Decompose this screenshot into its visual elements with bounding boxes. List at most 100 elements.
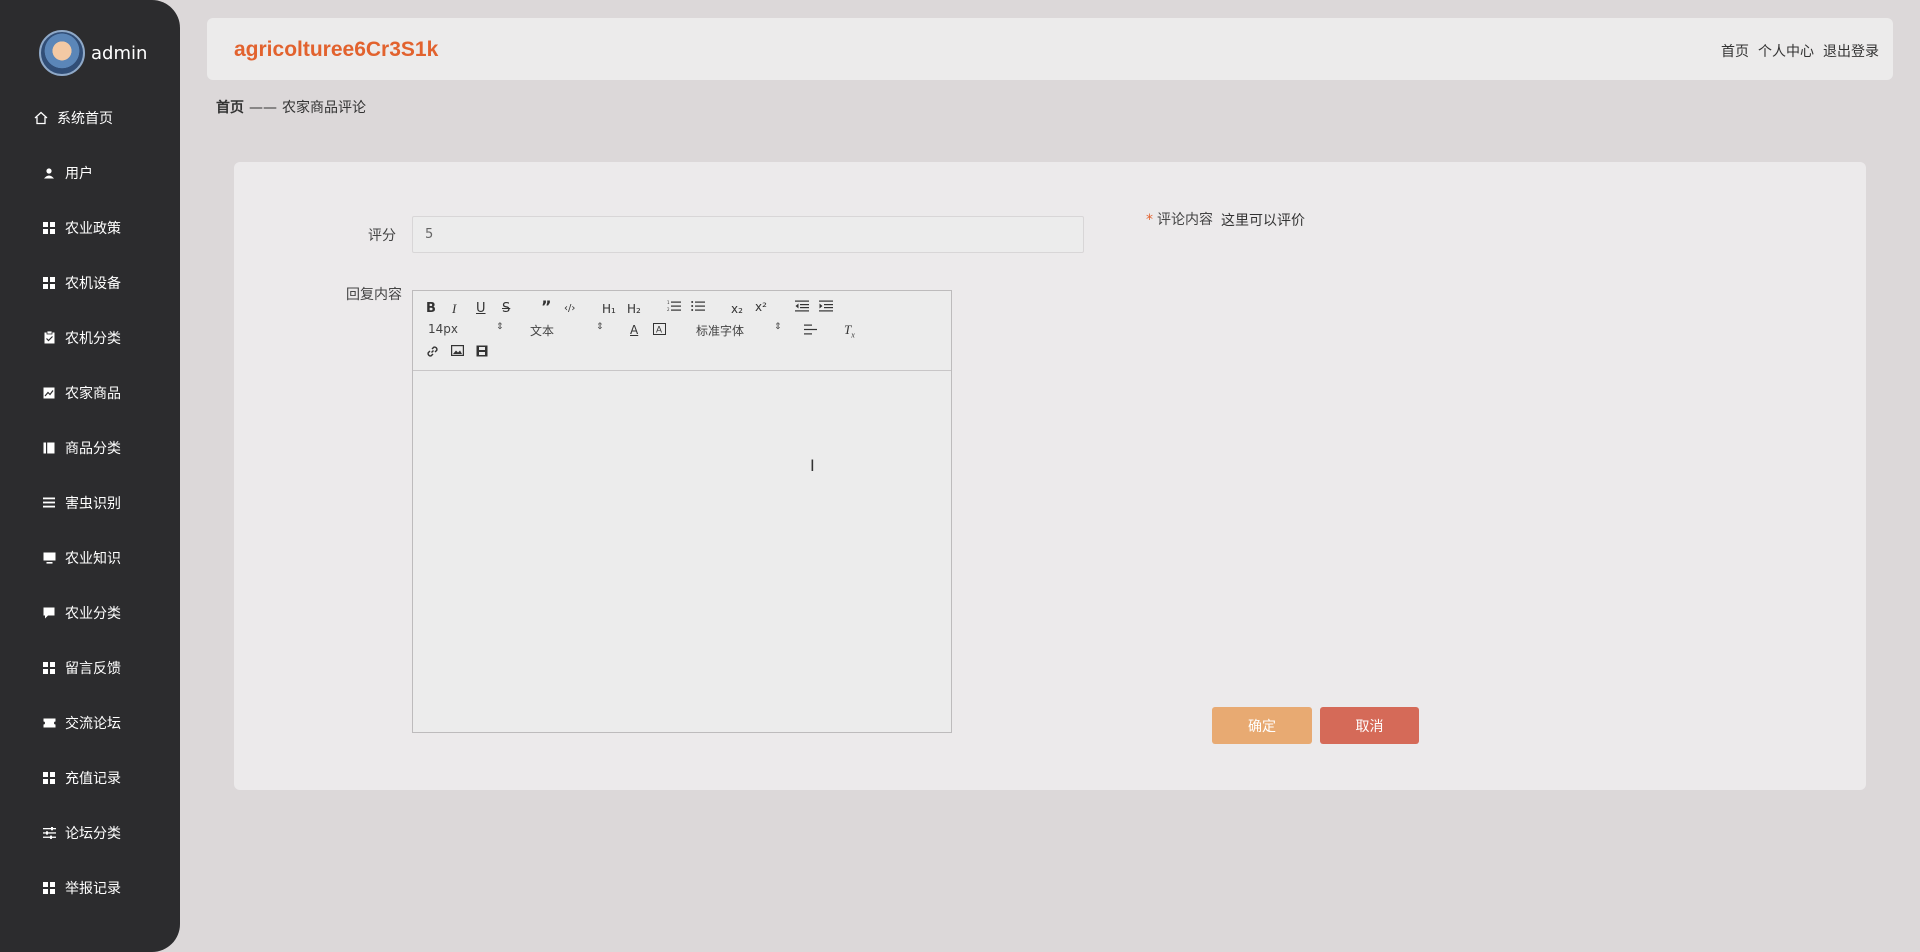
blockquote-icon[interactable]: ”: [541, 299, 552, 315]
bold-icon[interactable]: B: [426, 301, 436, 317]
comment-label: * 评论内容: [1146, 209, 1213, 229]
code-icon[interactable]: ‹/›: [564, 301, 575, 317]
breadcrumb-current: 农家商品评论: [282, 100, 366, 116]
ticket-icon: [42, 716, 56, 730]
sidebar-item-label: 农家商品: [65, 385, 121, 402]
sidebar-item-label: 用户: [65, 165, 93, 182]
sidebar: admin 系统首页 用户 农业政策 农机设备 农机分类 农家商品 商品分类 害…: [0, 0, 180, 952]
username: admin: [91, 42, 148, 64]
monitor-icon: [42, 551, 56, 565]
grid-icon: [42, 221, 56, 235]
font-family-value: 标准字体: [696, 324, 745, 338]
sidebar-item-label: 农业知识: [65, 550, 121, 567]
editor-toolbar: B I U S ” ‹/› H₁ H₂ 12 x₂ x² 14px ⇕ 文本 ⇕…: [413, 291, 951, 371]
sidebar-item-feedback[interactable]: 留言反馈: [0, 640, 180, 695]
link-icon[interactable]: [426, 345, 439, 363]
font-size-value: 14px: [428, 322, 458, 336]
sidebar-item-equipment-category[interactable]: 农机分类: [0, 310, 180, 365]
avatar[interactable]: [39, 30, 85, 76]
heading1-icon[interactable]: H₁: [602, 301, 616, 317]
video-icon[interactable]: [476, 345, 488, 362]
header-links: 首页 个人中心 退出登录: [1721, 41, 1879, 61]
outdent-icon[interactable]: [795, 300, 809, 317]
sidebar-item-knowledge[interactable]: 农业知识: [0, 530, 180, 585]
sidebar-item-user[interactable]: 用户: [0, 145, 180, 200]
breadcrumb-separator: ——: [249, 100, 277, 116]
editor-content-area[interactable]: [413, 371, 951, 733]
bullet-list-icon[interactable]: [691, 300, 705, 317]
form-card: 评分 5 * 评论内容 这里可以评价 回复内容 B I U S ” ‹/› H₁ …: [234, 162, 1866, 790]
strikethrough-icon[interactable]: S: [502, 301, 510, 317]
sidebar-item-recharge[interactable]: 充值记录: [0, 750, 180, 805]
sidebar-item-label: 留言反馈: [65, 660, 121, 677]
sidebar-item-label: 农业政策: [65, 220, 121, 237]
sidebar-item-policy[interactable]: 农业政策: [0, 200, 180, 255]
required-mark: *: [1146, 212, 1153, 228]
svg-text:2: 2: [667, 307, 670, 312]
sidebar-item-home[interactable]: 系统首页: [0, 90, 180, 145]
sidebar-item-label: 商品分类: [65, 440, 121, 457]
user-icon: [42, 166, 56, 180]
underline-icon[interactable]: U: [476, 301, 486, 317]
indent-icon[interactable]: [819, 300, 833, 317]
cancel-button[interactable]: 取消: [1320, 707, 1419, 744]
user-block: admin: [39, 30, 147, 76]
sidebar-item-label: 农机设备: [65, 275, 121, 292]
home-icon: [34, 111, 48, 125]
grid-icon: [42, 771, 56, 785]
sliders-icon: [42, 826, 56, 840]
sidebar-item-label: 系统首页: [57, 110, 113, 127]
book-icon: [42, 441, 56, 455]
ordered-list-icon[interactable]: 12: [667, 300, 681, 317]
score-input[interactable]: 5: [412, 216, 1084, 253]
app-title: agricolturee6Cr3S1k: [234, 38, 439, 61]
heading2-icon[interactable]: H₂: [627, 301, 641, 317]
sidebar-item-agri-category[interactable]: 农业分类: [0, 585, 180, 640]
text-cursor-icon: I: [810, 456, 815, 475]
sidebar-item-label: 农业分类: [65, 605, 121, 622]
header-profile-link[interactable]: 个人中心: [1758, 41, 1814, 61]
font-color-icon[interactable]: A: [630, 322, 638, 338]
sidebar-item-forum-category[interactable]: 论坛分类: [0, 805, 180, 860]
comment-label-text: 评论内容: [1157, 212, 1213, 228]
clear-format-icon[interactable]: Tx: [844, 322, 855, 344]
score-label: 评分: [368, 228, 396, 244]
sidebar-item-equipment[interactable]: 农机设备: [0, 255, 180, 310]
rich-text-editor: B I U S ” ‹/› H₁ H₂ 12 x₂ x² 14px ⇕ 文本 ⇕…: [412, 290, 952, 733]
sidebar-item-forum[interactable]: 交流论坛: [0, 695, 180, 750]
breadcrumb-home[interactable]: 首页: [216, 100, 244, 116]
background-color-icon[interactable]: A: [653, 323, 666, 340]
text-style-select[interactable]: 文本 ⇕: [530, 322, 605, 339]
sidebar-item-reports[interactable]: 举报记录: [0, 860, 180, 915]
comment-value: 这里可以评价: [1221, 213, 1305, 229]
select-arrows-icon: ⇕: [596, 322, 604, 332]
confirm-button[interactable]: 确定: [1212, 707, 1312, 744]
subscript-icon[interactable]: x₂: [731, 301, 743, 317]
select-arrows-icon: ⇕: [774, 322, 782, 332]
font-size-select[interactable]: 14px ⇕: [428, 322, 504, 336]
sidebar-item-farm-products[interactable]: 农家商品: [0, 365, 180, 420]
breadcrumb: 首页 —— 农家商品评论: [216, 97, 366, 117]
header-home-link[interactable]: 首页: [1721, 41, 1749, 61]
font-family-select[interactable]: 标准字体 ⇕: [696, 322, 786, 339]
select-arrows-icon: ⇕: [496, 322, 504, 332]
grid-icon: [42, 881, 56, 895]
italic-icon[interactable]: I: [452, 301, 456, 317]
sidebar-item-product-category[interactable]: 商品分类: [0, 420, 180, 475]
grid-icon: [42, 661, 56, 675]
sidebar-nav: 系统首页 用户 农业政策 农机设备 农机分类 农家商品 商品分类 害虫识别 农业…: [0, 90, 180, 915]
sidebar-item-label: 论坛分类: [65, 825, 121, 842]
image-icon[interactable]: [451, 345, 465, 361]
comment-icon: [42, 606, 56, 620]
header: agricolturee6Cr3S1k 首页 个人中心 退出登录: [207, 18, 1893, 80]
superscript-icon[interactable]: x²: [755, 299, 767, 315]
text-style-value: 文本: [530, 324, 555, 338]
header-logout-link[interactable]: 退出登录: [1823, 41, 1879, 61]
sidebar-item-label: 举报记录: [65, 880, 121, 897]
sidebar-item-label: 农机分类: [65, 330, 121, 347]
clipboard-icon: [42, 331, 56, 345]
sidebar-item-pest[interactable]: 害虫识别: [0, 475, 180, 530]
align-icon[interactable]: [804, 324, 817, 340]
svg-text:1: 1: [667, 300, 670, 305]
grid-icon: [42, 276, 56, 290]
